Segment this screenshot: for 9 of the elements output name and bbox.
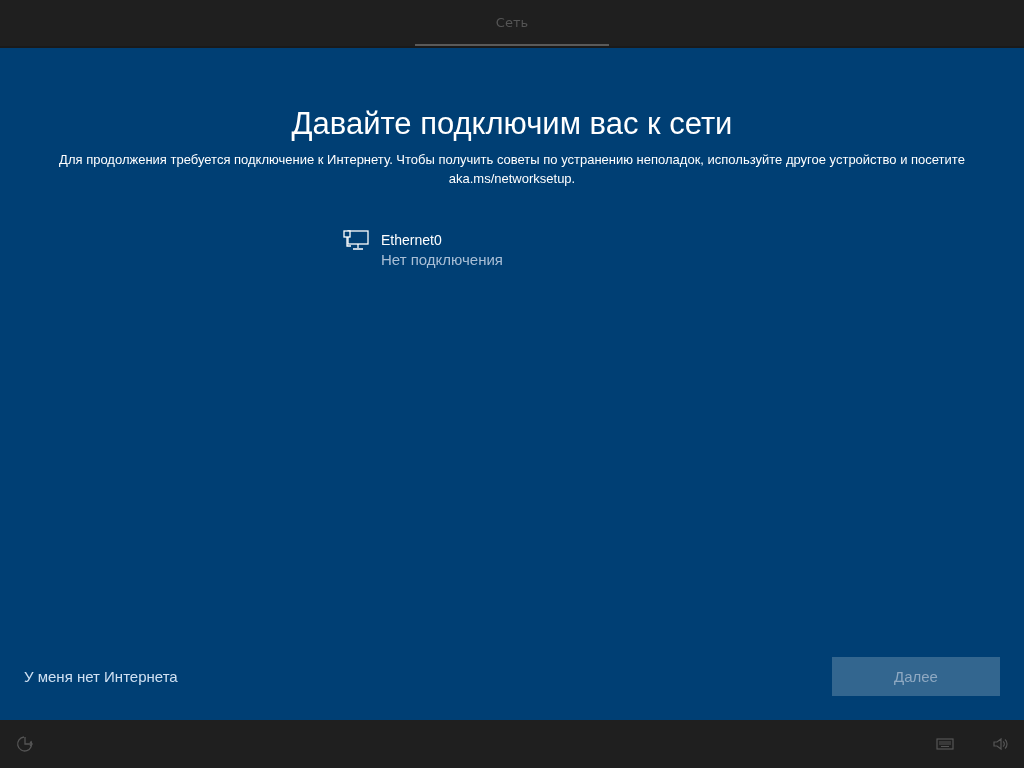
volume-icon[interactable]	[992, 736, 1008, 752]
description-text: Для продолжения требуется подключение к Интернету. Чтобы получить советы по устранению неполадок, используйте другое устройство и посетите aka.ms/networksetup.	[58, 151, 966, 188]
network-icon	[343, 230, 369, 252]
no-internet-link[interactable]: У меня нет Интернета	[24, 668, 178, 685]
page-title: Давайте подключим вас к сети	[291, 106, 733, 142]
network-status: Нет подключения	[381, 250, 503, 270]
accessibility-icon[interactable]	[16, 735, 34, 753]
network-name[interactable]: Ethernet0	[381, 230, 503, 250]
keyboard-icon[interactable]	[936, 738, 954, 750]
